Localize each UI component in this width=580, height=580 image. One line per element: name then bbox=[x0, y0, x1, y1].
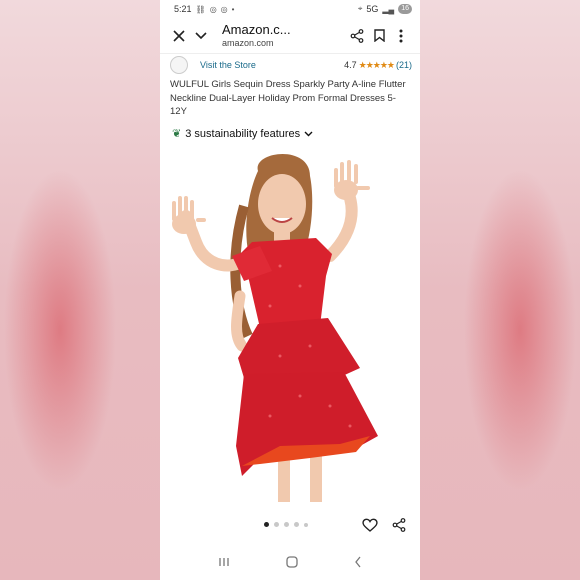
carousel-dots bbox=[264, 522, 308, 527]
heart-icon[interactable] bbox=[362, 518, 378, 537]
store-logo[interactable] bbox=[170, 56, 188, 74]
rating-value: 4.7 bbox=[344, 60, 357, 70]
right-arm bbox=[324, 192, 358, 262]
battery-indicator: 16 bbox=[398, 4, 412, 14]
carousel-dot[interactable] bbox=[274, 522, 279, 527]
carousel-dot[interactable] bbox=[284, 522, 289, 527]
left-lower-arm bbox=[231, 290, 248, 352]
link-icon: ⛓ bbox=[195, 4, 206, 14]
dot-icon: • bbox=[231, 4, 235, 14]
leaf-icon: ❦ bbox=[172, 128, 182, 140]
image-carousel-controls bbox=[160, 514, 420, 536]
browser-toolbar: Amazon.c... amazon.com bbox=[160, 18, 420, 54]
page-title-block[interactable]: Amazon.c... amazon.com bbox=[212, 21, 346, 48]
carousel-dot[interactable] bbox=[304, 522, 308, 527]
product-image[interactable] bbox=[160, 146, 420, 506]
signal-icon: ▂▄ bbox=[382, 4, 395, 14]
bookmark-icon[interactable] bbox=[368, 25, 390, 47]
dress-top-layer bbox=[238, 318, 360, 378]
sustainability-label: 3 sustainability features bbox=[185, 127, 301, 140]
left-hand bbox=[172, 196, 206, 234]
activity-icon: ◎ bbox=[220, 4, 228, 14]
review-count[interactable]: (21) bbox=[396, 60, 412, 70]
home-icon[interactable] bbox=[286, 555, 298, 571]
system-nav-bar bbox=[160, 546, 420, 580]
recent-apps-icon[interactable] bbox=[218, 556, 230, 570]
rating[interactable]: 4.7 ★★★★★ (21) bbox=[344, 60, 412, 71]
phone-screen: 5:21 ⛓ ◎ ◎ • ⌖ 5G ▂▄ 16 Amazon.c... amaz… bbox=[160, 0, 420, 580]
location-icon: ⌖ bbox=[357, 4, 363, 13]
activity-icon: ◎ bbox=[209, 4, 217, 14]
right-hand bbox=[334, 160, 370, 200]
visit-store-link[interactable]: Visit the Store bbox=[200, 60, 344, 70]
page-url: amazon.com bbox=[222, 37, 274, 48]
carousel-dot[interactable] bbox=[294, 522, 299, 527]
page-title: Amazon.c... bbox=[222, 21, 291, 37]
share-icon[interactable] bbox=[392, 518, 406, 537]
close-icon[interactable] bbox=[168, 25, 190, 47]
carousel-dot[interactable] bbox=[264, 522, 269, 527]
chevron-down-icon bbox=[304, 129, 313, 139]
more-options-icon[interactable] bbox=[390, 25, 412, 47]
network-label: 5G bbox=[366, 4, 379, 14]
product-title: WULFUL Girls Sequin Dress Sparkly Party … bbox=[170, 79, 406, 117]
back-icon[interactable] bbox=[354, 556, 362, 571]
status-bar: 5:21 ⛓ ◎ ◎ • ⌖ 5G ▂▄ 16 bbox=[160, 0, 420, 18]
sustainability-features[interactable]: ❦ 3 sustainability features bbox=[160, 119, 420, 143]
star-rating-icon: ★★★★★ bbox=[358, 59, 395, 70]
chevron-down-icon[interactable] bbox=[190, 25, 212, 47]
face-shape bbox=[258, 174, 306, 234]
status-time: 5:21 bbox=[174, 4, 192, 14]
store-row: Visit the Store 4.7 ★★★★★ (21) bbox=[160, 54, 420, 76]
share-icon[interactable] bbox=[346, 25, 368, 47]
product-photo bbox=[172, 153, 378, 502]
